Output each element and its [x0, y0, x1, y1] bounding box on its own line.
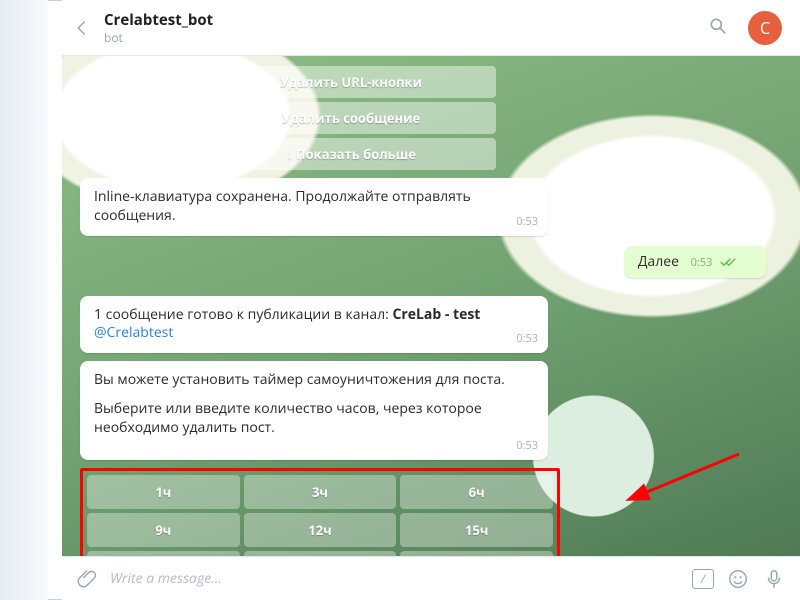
avatar[interactable]: C: [748, 11, 782, 45]
chat-header: Crelabtest_bot bot C: [62, 0, 800, 56]
sidebar-ghost: [0, 0, 48, 600]
voice-button[interactable]: [762, 567, 786, 591]
timer-9h-button[interactable]: 9ч: [87, 513, 240, 547]
timer-keyboard-grid: 1ч 3ч 6ч 9ч 12ч 15ч 18ч 21ч 24ч « Назад: [87, 475, 553, 556]
annotation-arrow: [634, 452, 714, 482]
message-text: Inline-клавиатура сохранена. Продолжайте…: [94, 187, 471, 225]
title-block[interactable]: Crelabtest_bot bot: [104, 10, 708, 46]
chat-panel: Crelabtest_bot bot C Удалить URL-кнопки …: [62, 0, 800, 600]
message-time: 0:53: [516, 332, 538, 347]
message-time: 0:53: [691, 255, 713, 270]
composer: /: [62, 556, 800, 600]
chat-subtitle: bot: [104, 29, 708, 46]
timer-18h-button[interactable]: 18ч: [87, 551, 240, 556]
search-icon: [708, 16, 728, 36]
chat-title: Crelabtest_bot: [104, 10, 708, 30]
outgoing-message: Далее 0:53: [624, 246, 766, 278]
remove-message-button[interactable]: Удалить сообщение: [206, 102, 496, 134]
timer-21h-button[interactable]: 21ч: [244, 551, 397, 556]
attach-button[interactable]: [76, 567, 100, 591]
message-input[interactable]: [110, 557, 680, 600]
message-channel-name: CreLab - test: [392, 305, 480, 324]
arrow-icon: [634, 452, 744, 502]
timer-6h-button[interactable]: 6ч: [400, 475, 553, 509]
incoming-message: Вы можете установить таймер самоуничтоже…: [80, 361, 548, 460]
incoming-message: 1 сообщение готово к публикации в канал:…: [80, 296, 548, 354]
read-checks-icon: [720, 253, 736, 272]
remove-url-buttons-button[interactable]: Удалить URL-кнопки: [206, 66, 496, 98]
message-text-pre: 1 сообщение готово к публикации в канал:: [94, 305, 392, 324]
slash-icon: /: [701, 570, 705, 587]
chevron-left-icon: [73, 19, 91, 37]
back-button[interactable]: [68, 14, 96, 42]
message-line1: Вы можете установить таймер самоуничтоже…: [94, 371, 534, 390]
outgoing-row: Далее 0:53: [80, 246, 766, 278]
timer-3h-button[interactable]: 3ч: [244, 475, 397, 509]
timer-24h-button[interactable]: 24ч: [400, 551, 553, 556]
emoji-button[interactable]: [726, 567, 750, 591]
message-time: 0:53: [516, 439, 538, 454]
app-frame: Crelabtest_bot bot C Удалить URL-кнопки …: [0, 0, 800, 600]
timer-1h-button[interactable]: 1ч: [87, 475, 240, 509]
commands-button[interactable]: /: [692, 569, 714, 589]
message-line2: Выберите или введите количество часов, ч…: [94, 400, 534, 438]
paperclip-icon: [76, 567, 98, 589]
incoming-message: Inline-клавиатура сохранена. Продолжайте…: [80, 178, 548, 236]
smile-icon: [727, 568, 749, 590]
inline-keyboard-top: Удалить URL-кнопки Удалить сообщение ↓ П…: [206, 66, 496, 170]
search-button[interactable]: [708, 16, 732, 40]
message-text: Далее: [638, 252, 679, 271]
timer-12h-button[interactable]: 12ч: [244, 513, 397, 547]
show-more-button[interactable]: ↓ Показать больше: [206, 138, 496, 170]
timer-keyboard-highlighted: 1ч 3ч 6ч 9ч 12ч 15ч 18ч 21ч 24ч « Назад: [80, 468, 560, 556]
avatar-letter: C: [760, 17, 770, 39]
timer-15h-button[interactable]: 15ч: [400, 513, 553, 547]
messages-area: Удалить URL-кнопки Удалить сообщение ↓ П…: [62, 56, 800, 556]
message-time: 0:53: [516, 215, 538, 230]
microphone-icon: [763, 568, 785, 590]
channel-link[interactable]: @Crelabtest: [94, 323, 173, 342]
